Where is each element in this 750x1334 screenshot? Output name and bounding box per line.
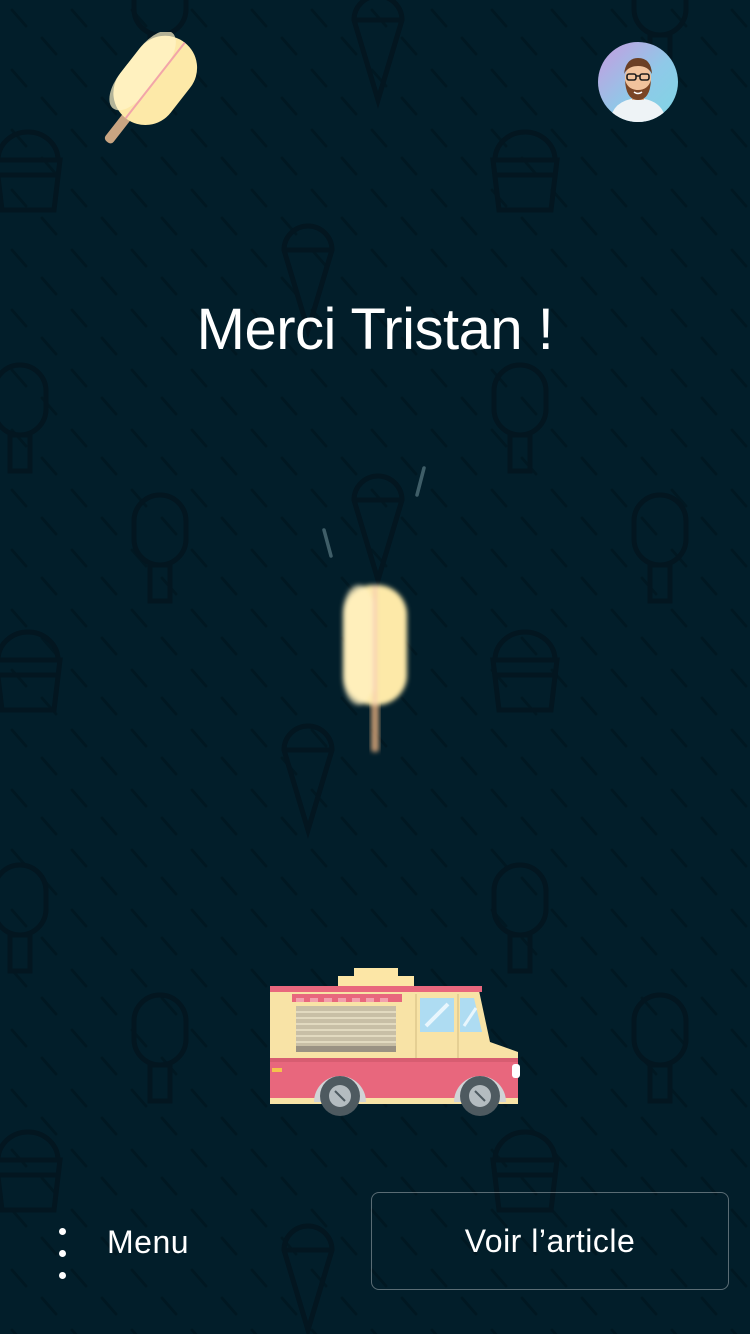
thank-you-screen: Merci Tristan ! Menu Voir l’article xyxy=(0,0,750,1334)
view-article-button[interactable]: Voir l’article xyxy=(371,1192,729,1290)
vertical-dots-icon xyxy=(40,1212,86,1279)
view-article-label: Voir l’article xyxy=(464,1222,636,1259)
page-title: Merci Tristan ! xyxy=(196,297,554,362)
user-avatar-icon[interactable] xyxy=(598,42,678,122)
ice-cream-truck-icon xyxy=(270,968,520,1116)
menu-button[interactable]: Menu xyxy=(40,1200,270,1284)
popsicle-logo-icon xyxy=(104,32,198,144)
menu-label: Menu xyxy=(107,1223,190,1260)
falling-popsicle-icon xyxy=(322,466,426,752)
